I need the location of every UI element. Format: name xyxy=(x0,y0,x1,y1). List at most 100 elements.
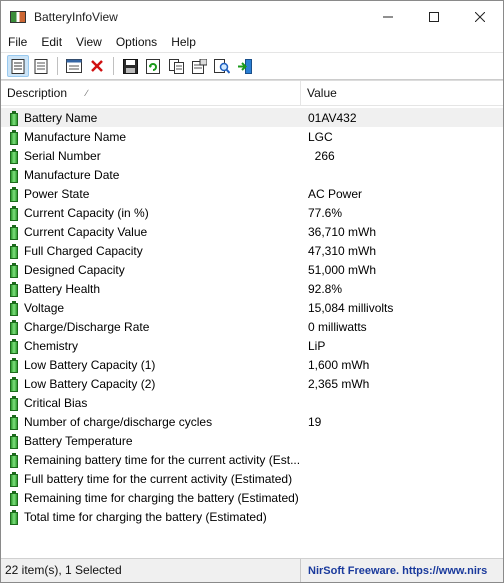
row-description: Charge/Discharge Rate xyxy=(24,319,150,334)
row-description: Full Charged Capacity xyxy=(24,243,143,258)
battery-icon xyxy=(10,490,18,506)
row-value: 36,710 mWh xyxy=(308,224,377,239)
table-row[interactable]: Designed Capacity 51,000 mWh xyxy=(1,260,503,279)
list-rows: Battery Name 01AV432 Manufacture Name LGC Se… xyxy=(1,106,503,526)
table-row[interactable]: Remaining time for charging the battery … xyxy=(1,488,503,507)
properties-button[interactable] xyxy=(7,55,29,77)
column-header-description[interactable]: Description ∕ xyxy=(1,81,301,105)
row-description: Chemistry xyxy=(24,338,79,353)
delete-x-icon xyxy=(91,60,103,72)
save-button[interactable] xyxy=(119,55,141,77)
battery-icon xyxy=(10,129,18,145)
table-row[interactable]: Battery Temperature xyxy=(1,431,503,450)
row-description: Low Battery Capacity (1) xyxy=(24,357,156,372)
table-row[interactable]: Full Charged Capacity 47,310 mWh xyxy=(1,241,503,260)
window-icon xyxy=(66,59,82,73)
battery-icon xyxy=(10,452,18,468)
table-row[interactable]: Current Capacity (in %) 77.6% xyxy=(1,203,503,222)
battery-icon xyxy=(10,262,18,278)
row-description: Low Battery Capacity (2) xyxy=(24,376,156,391)
menu-file[interactable]: File xyxy=(1,35,34,49)
report-icon xyxy=(191,58,207,74)
row-description: Serial Number xyxy=(24,148,101,163)
table-row[interactable]: Low Battery Capacity (2) 2,365 mWh xyxy=(1,374,503,393)
copy-button[interactable] xyxy=(165,55,187,77)
row-value: 47,310 mWh xyxy=(308,243,377,258)
nirsoft-link[interactable]: NirSoft Freeware. https://www.nirs xyxy=(301,565,487,577)
table-row[interactable]: Manufacture Name LGC xyxy=(1,127,503,146)
battery-icon xyxy=(10,395,18,411)
table-row[interactable]: Power State AC Power xyxy=(1,184,503,203)
window-view-button[interactable] xyxy=(63,55,85,77)
row-value: LiP xyxy=(308,338,326,353)
title-bar: BatteryInfoView xyxy=(1,1,503,32)
html-report-button[interactable] xyxy=(188,55,210,77)
row-description: Critical Bias xyxy=(24,395,88,410)
menu-view[interactable]: View xyxy=(69,35,109,49)
row-description: Full battery time for the current activi… xyxy=(24,471,293,486)
find-button[interactable] xyxy=(211,55,233,77)
table-row[interactable]: Total time for charging the battery (Est… xyxy=(1,507,503,526)
floppy-disk-icon xyxy=(122,58,138,74)
status-bar: 22 item(s), 1 Selected NirSoft Freeware.… xyxy=(1,558,503,582)
battery-icon xyxy=(10,509,18,525)
row-value: 51,000 mWh xyxy=(308,262,377,277)
list-header: Description ∕ Value xyxy=(1,81,503,106)
exit-button[interactable] xyxy=(234,55,256,77)
column-header-value[interactable]: Value xyxy=(301,81,501,105)
row-description: Current Capacity Value xyxy=(24,224,148,239)
maximize-button[interactable] xyxy=(411,1,457,32)
row-value: 15,084 millivolts xyxy=(308,300,394,315)
table-row[interactable]: Battery Health 92.8% xyxy=(1,279,503,298)
refresh-icon xyxy=(146,58,160,74)
battery-icon xyxy=(10,376,18,392)
row-value: 77.6% xyxy=(308,205,343,220)
document-list-icon xyxy=(11,58,25,74)
battery-icon xyxy=(10,433,18,449)
battery-icon xyxy=(10,205,18,221)
battery-icon xyxy=(10,243,18,259)
row-description: Total time for charging the battery (Est… xyxy=(24,509,267,524)
battery-icon xyxy=(10,300,18,316)
close-button[interactable] xyxy=(457,1,503,32)
row-description: Remaining time for charging the battery … xyxy=(24,490,299,505)
table-row[interactable]: Serial Number 266 xyxy=(1,146,503,165)
status-item-count: 22 item(s), 1 Selected xyxy=(1,559,301,582)
menu-help[interactable]: Help xyxy=(164,35,203,49)
menu-options[interactable]: Options xyxy=(109,35,164,49)
table-row[interactable]: Full battery time for the current activi… xyxy=(1,469,503,488)
battery-info-list[interactable]: Description ∕ Value Battery Name 01AV432 M… xyxy=(1,80,503,559)
exit-icon xyxy=(238,58,252,74)
minimize-icon xyxy=(383,16,393,17)
document-lines-icon xyxy=(34,58,48,74)
row-value: 2,365 mWh xyxy=(308,376,370,391)
table-row[interactable]: Battery Name 01AV432 xyxy=(1,108,503,127)
table-row[interactable]: Voltage 15,084 millivolts xyxy=(1,298,503,317)
search-icon xyxy=(214,58,230,74)
table-row[interactable]: Remaining battery time for the current a… xyxy=(1,450,503,469)
battery-icon xyxy=(10,110,18,126)
battery-app-icon xyxy=(10,10,26,23)
table-row[interactable]: Charge/Discharge Rate 0 milliwatts xyxy=(1,317,503,336)
row-description: Voltage xyxy=(24,300,65,315)
table-row[interactable]: Critical Bias xyxy=(1,393,503,412)
refresh-button[interactable] xyxy=(142,55,164,77)
details-button[interactable] xyxy=(30,55,52,77)
table-row[interactable]: Chemistry LiP xyxy=(1,336,503,355)
row-description: Manufacture Date xyxy=(24,167,120,182)
row-description: Designed Capacity xyxy=(24,262,125,277)
battery-icon xyxy=(10,471,18,487)
minimize-button[interactable] xyxy=(365,1,411,32)
app-window: BatteryInfoView File Edit View Options H… xyxy=(0,0,504,583)
menu-edit[interactable]: Edit xyxy=(34,35,69,49)
table-row[interactable]: Manufacture Date xyxy=(1,165,503,184)
row-description: Battery Health xyxy=(24,281,101,296)
table-row[interactable]: Low Battery Capacity (1) 1,600 mWh xyxy=(1,355,503,374)
row-description: Battery Temperature xyxy=(24,433,133,448)
battery-icon xyxy=(10,338,18,354)
table-row[interactable]: Number of charge/discharge cycles 19 xyxy=(1,412,503,431)
delete-button[interactable] xyxy=(86,55,108,77)
table-row[interactable]: Current Capacity Value 36,710 mWh xyxy=(1,222,503,241)
row-value: 0 milliwatts xyxy=(308,319,367,334)
row-description: Number of charge/discharge cycles xyxy=(24,414,213,429)
